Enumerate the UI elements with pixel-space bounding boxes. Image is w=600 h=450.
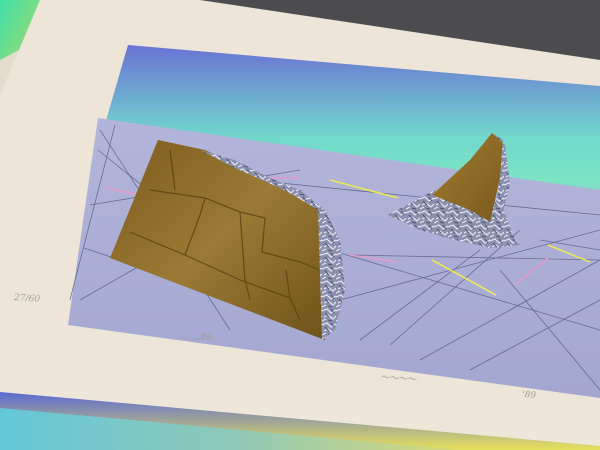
print-year: '89 (522, 390, 537, 401)
edition-number: 27/60 (13, 293, 41, 305)
print-photo-scene: 27/60 …… 86 ～～～～ '89 (0, 0, 600, 450)
